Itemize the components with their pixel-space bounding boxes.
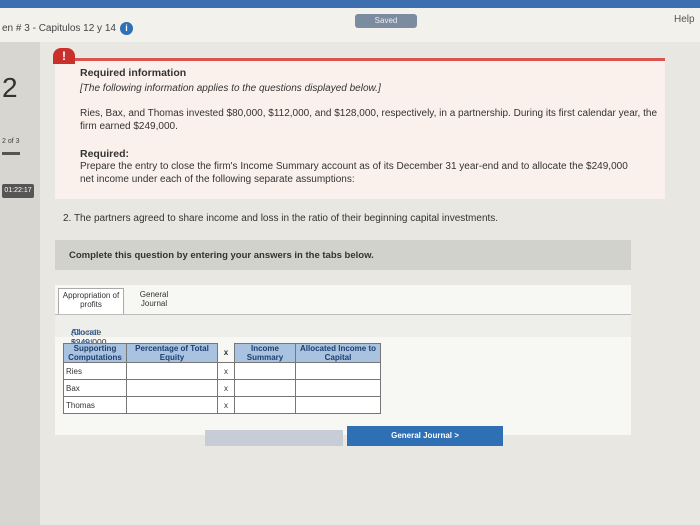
instruction-text: Complete this question by entering your … [69,250,374,261]
percentage-input[interactable] [126,362,218,380]
progress-text: 2 of 3 [2,138,20,145]
saved-badge: Saved [355,14,417,28]
required-body: Prepare the entry to close the firm's In… [80,161,628,185]
instruction-banner: Complete this question by entering your … [55,240,631,270]
table-row: Thomas x [63,396,381,414]
allocation-instruction-bar: Allocate $249,000 net income in the rati… [55,314,631,407]
header-income: Income Summary [234,343,296,363]
info-title: Required information [80,67,187,79]
table-row: Ries x [63,362,381,380]
allocated-input[interactable] [295,379,381,397]
header-allocated: Allocated Income to Capital [295,343,381,363]
allocated-input[interactable] [295,396,381,414]
allocated-input-field[interactable] [298,398,378,412]
previous-tab-button[interactable] [205,430,343,446]
multiply-sign: x [217,379,235,397]
question-sidebar [0,42,40,525]
tab-appropriation-of-profits[interactable]: Appropriation of profits [58,288,124,315]
income-input[interactable] [234,379,296,397]
info-body: Ries, Bax, and Thomas invested $80,000, … [80,108,658,132]
alert-icon: ! [53,48,75,64]
table-row: Bax x [63,379,381,397]
help-link[interactable]: Help [674,14,695,25]
header-x: x [217,343,235,363]
info-icon[interactable]: i [119,22,133,35]
multiply-sign: x [217,362,235,380]
timer: 01:22:17 [2,184,34,198]
allocation-table: Supporting Computations Percentage of To… [63,343,381,414]
question-number: 2 [2,72,18,103]
next-tab-button[interactable]: General Journal > [347,426,503,446]
percentage-input[interactable] [126,396,218,414]
row-label: Thomas [63,396,127,414]
header-percentage: Percentage of Total Equity [126,343,218,363]
top-bar [0,0,700,8]
progress-indicator [2,152,20,155]
income-input[interactable] [234,362,296,380]
income-input-field[interactable] [237,381,293,395]
required-title: Required: [80,148,130,160]
income-input[interactable] [234,396,296,414]
tab-general-journal[interactable]: General Journal [126,288,182,314]
row-label: Bax [63,379,127,397]
row-label: Ries [63,362,127,380]
percentage-input-field[interactable] [129,398,215,412]
question-part-2: 2. The partners agreed to share income a… [63,213,499,224]
percentage-input-field[interactable] [129,364,215,378]
info-subtitle: [The following information applies to th… [80,83,381,94]
allocated-input-field[interactable] [298,364,378,378]
percentage-input[interactable] [126,379,218,397]
income-input-field[interactable] [237,364,293,378]
breadcrumb: en # 3 - Capitulos 12 y 14 i [2,22,133,35]
multiply-sign: x [217,396,235,414]
allocated-input-field[interactable] [298,381,378,395]
allocated-input[interactable] [295,362,381,380]
header-supporting: Supporting Computations [63,343,127,363]
percentage-input-field[interactable] [129,381,215,395]
income-input-field[interactable] [237,398,293,412]
